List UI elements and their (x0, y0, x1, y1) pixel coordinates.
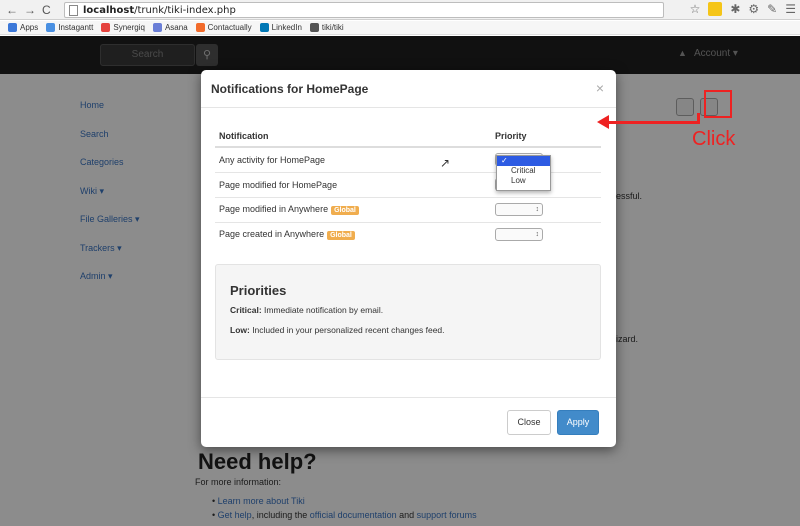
extension-icon[interactable]: ✎ (767, 2, 777, 16)
column-header-notification: Notification (215, 125, 491, 148)
table-row: Page modified in Anywhere Global ↕ (215, 196, 601, 222)
mouse-cursor-icon: ↗ (440, 156, 451, 170)
modal-header: Notifications for HomePage × (201, 70, 616, 108)
forward-icon[interactable]: → (24, 3, 36, 17)
tiki-icon (309, 23, 319, 32)
reload-icon[interactable]: C (42, 3, 54, 17)
annotation-arrow-head (597, 115, 609, 129)
bookmark-contactually[interactable]: Contactually (195, 23, 252, 32)
dropdown-option[interactable]: Critical (497, 166, 550, 176)
extension-icon[interactable]: ✱ (730, 2, 740, 16)
notification-label: Page created in Anywhere Global (215, 221, 491, 247)
apps-icon (8, 23, 17, 32)
star-icon[interactable]: ☆ (690, 2, 701, 16)
bookmark-apps[interactable]: Apps (8, 23, 38, 32)
asana-icon (152, 23, 162, 32)
browser-toolbar: ← → C localhost/trunk/tiki-index.php ☆ ✱… (0, 0, 800, 20)
modal-footer: Close Apply (201, 397, 616, 447)
annotation-arrow (608, 121, 697, 124)
dropdown-option[interactable]: ✓ (497, 156, 550, 166)
url-text: localhost/trunk/tiki-index.php (83, 4, 236, 16)
extension-icon[interactable] (708, 2, 723, 16)
notification-label: Page modified for HomePage (215, 171, 491, 197)
instagantt-icon (46, 23, 56, 32)
priority-select[interactable]: ↕ (495, 228, 543, 242)
bookmarks-bar: Apps Instagantt Synergiq Asana Contactua… (0, 21, 800, 35)
bookmark-linkedin[interactable]: LinkedIn (259, 23, 302, 32)
low-description: Low: Included in your personalized recen… (230, 325, 445, 335)
global-badge: Global (331, 206, 359, 215)
critical-description: Critical: Immediate notification by emai… (230, 305, 384, 315)
priority-select[interactable]: ↕ (495, 203, 543, 216)
menu-icon[interactable]: ☰ (785, 2, 796, 16)
apply-button[interactable]: Apply (557, 410, 599, 435)
close-icon[interactable]: × (596, 80, 604, 96)
priority-dropdown: ✓ Critical Low (496, 155, 551, 191)
close-button[interactable]: Close (507, 410, 551, 435)
back-icon[interactable]: ← (6, 3, 18, 17)
modal-title: Notifications for HomePage (211, 82, 369, 96)
address-bar[interactable]: localhost/trunk/tiki-index.php (64, 2, 664, 18)
dropdown-option[interactable]: Low (497, 176, 550, 186)
linkedin-icon (259, 23, 269, 32)
column-header-priority: Priority (491, 125, 601, 148)
notification-label: Page modified in Anywhere Global (215, 196, 491, 222)
synergiq-icon (101, 23, 111, 32)
annotation-arrow (697, 113, 700, 124)
annotation-highlight-box (704, 90, 732, 118)
page-icon (69, 4, 78, 16)
bookmark-tiki[interactable]: tiki/tiki (309, 23, 344, 32)
priorities-heading: Priorities (230, 283, 287, 298)
bookmark-instagantt[interactable]: Instagantt (46, 23, 93, 32)
bookmark-asana[interactable]: Asana (152, 23, 188, 32)
annotation-label: Click (692, 128, 736, 150)
priorities-panel: Priorities Critical: Immediate notificat… (215, 264, 601, 360)
table-row: Page created in Anywhere Global ↕ (215, 221, 601, 247)
contactually-icon (195, 23, 205, 32)
bookmark-synergiq[interactable]: Synergiq (101, 23, 145, 32)
gear-icon[interactable]: ⚙ (748, 2, 759, 16)
global-badge: Global (327, 231, 355, 241)
notifications-modal: Notifications for HomePage × Notificatio… (201, 70, 616, 447)
